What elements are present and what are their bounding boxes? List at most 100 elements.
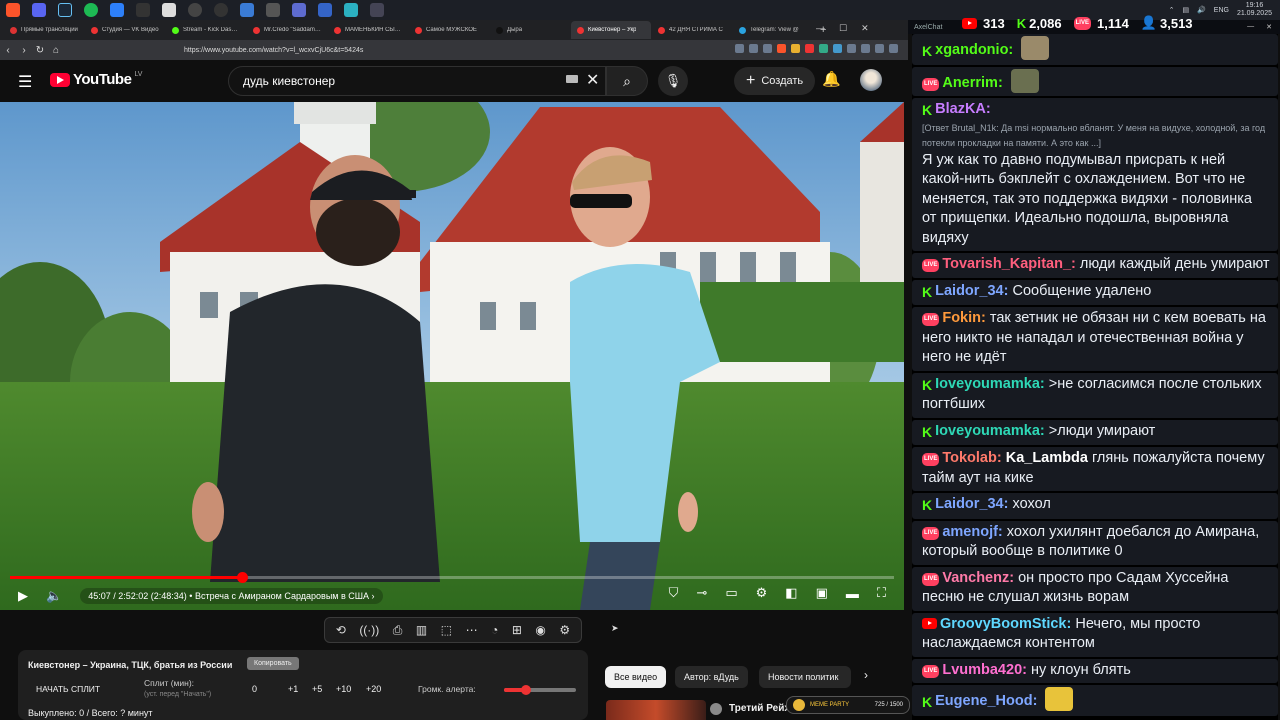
camera-icon[interactable]: ◉ xyxy=(535,623,545,637)
language-indicator[interactable]: ENG xyxy=(1214,7,1229,14)
avatar[interactable] xyxy=(860,69,882,91)
chat-username[interactable]: Ioveyoumamka: xyxy=(935,423,1045,439)
browser-tab[interactable]: Самое МУЖСКОЕ xyxy=(409,21,489,39)
screenshot-icon[interactable]: ⎙ xyxy=(393,623,403,638)
extension-icon-6[interactable] xyxy=(861,44,870,53)
app-icon-record[interactable] xyxy=(214,3,228,17)
app-icon-teal[interactable] xyxy=(344,3,358,17)
chat-username[interactable]: amenojf: xyxy=(942,524,1002,540)
chat-username[interactable]: Anerrim: xyxy=(942,75,1002,91)
cinema-icon[interactable]: ▥ xyxy=(416,623,427,637)
increment-1-button[interactable]: +1 xyxy=(288,684,298,694)
app-icon-gear[interactable] xyxy=(370,3,384,17)
app-icon-dark[interactable] xyxy=(136,3,150,17)
extension-icon-1[interactable] xyxy=(791,44,800,53)
settings-gear-icon[interactable]: ⚙ xyxy=(756,585,768,601)
chat-mention[interactable]: Ka_Lambda xyxy=(1006,450,1088,466)
frame-icon[interactable]: ⋯ xyxy=(466,623,478,637)
browser-tab[interactable]: Telegram: View @ xyxy=(733,21,813,39)
search-button[interactable]: ⌕ xyxy=(606,66,648,96)
chat-close-icon[interactable]: ✕ xyxy=(1266,23,1272,31)
time-chapter-pill[interactable]: 45:07 / 2:52:02 (2:48:34) • Встреча с Ам… xyxy=(80,588,383,604)
theater-mode-icon[interactable]: ▬ xyxy=(846,586,859,601)
chip-all-videos[interactable]: Все видео xyxy=(605,666,667,688)
chat-username[interactable]: Ioveyoumamka: xyxy=(935,376,1045,392)
chat-username[interactable]: BlazKA: xyxy=(935,101,991,117)
extension-icon-5[interactable] xyxy=(847,44,856,53)
back-icon[interactable]: ‹ xyxy=(0,45,16,56)
alert-volume-handle[interactable] xyxy=(520,685,531,695)
zoom-icon[interactable] xyxy=(735,44,744,53)
app-icon-blue[interactable] xyxy=(110,3,124,17)
sponsor-shield-icon[interactable]: ⛉ xyxy=(669,585,679,601)
network-icon[interactable]: ▤ xyxy=(1182,6,1189,14)
chip-author[interactable]: Автор: вДудь xyxy=(675,666,748,688)
close-icon[interactable]: ✕ xyxy=(861,23,869,34)
audio-icon[interactable]: ((·)) xyxy=(359,623,379,637)
app-icon-pen[interactable] xyxy=(240,3,254,17)
browser-tab[interactable]: Студия — VK Видео xyxy=(85,21,165,39)
app-icon-circle[interactable] xyxy=(188,3,202,17)
related-video-thumbnail[interactable] xyxy=(606,700,706,720)
loop-icon[interactable]: ⟲ xyxy=(336,623,346,637)
menu-icon[interactable] xyxy=(889,44,898,53)
discord-icon[interactable] xyxy=(32,3,46,17)
play-icon[interactable]: ▶ xyxy=(18,588,28,604)
hamburger-menu-icon[interactable]: ☰ xyxy=(18,72,32,92)
app-icon-chat[interactable] xyxy=(292,3,306,17)
related-video-title[interactable]: Третий Рейх xyxy=(729,703,790,714)
bookmark-icon[interactable] xyxy=(763,44,772,53)
video-player[interactable]: ▶ 🔈 45:07 / 2:52:02 (2:48:34) • Встреча … xyxy=(0,102,904,610)
seek-bar[interactable] xyxy=(10,572,894,583)
chat-username[interactable]: Fokin: xyxy=(942,310,986,326)
chat-username[interactable]: Lvumba420: xyxy=(942,662,1027,678)
extension-icon-4[interactable] xyxy=(833,44,842,53)
subtitles-icon[interactable]: ▭ xyxy=(725,585,737,601)
chat-username[interactable]: GroovyBoomStick: xyxy=(940,616,1071,632)
browser-tab[interactable]: Прямые трансляции xyxy=(4,21,84,39)
keyboard-icon[interactable] xyxy=(566,75,578,83)
pip-icon[interactable]: ▣ xyxy=(816,585,828,601)
chat-minimize-icon[interactable]: — xyxy=(1247,23,1254,31)
browser-tab[interactable]: 42 ДНЯ СТРИМА С xyxy=(652,21,732,39)
minimize-icon[interactable]: — xyxy=(816,23,825,34)
increment-20-button[interactable]: +20 xyxy=(366,684,381,694)
browser-tab[interactable]: Дыра xyxy=(490,21,570,39)
brave-browser-icon[interactable] xyxy=(6,3,20,17)
chat-username[interactable]: xgandonio: xyxy=(935,42,1013,58)
shield-icon[interactable] xyxy=(777,44,786,53)
increment-10-button[interactable]: +10 xyxy=(336,684,351,694)
forward-icon[interactable]: › xyxy=(16,45,32,56)
start-split-button[interactable]: НАЧАТЬ СПЛИТ xyxy=(36,684,100,694)
volume-icon[interactable]: 🔈 xyxy=(46,588,62,604)
fullscreen-icon[interactable]: ⛶ xyxy=(877,585,886,601)
autoplay-toggle[interactable]: ⊸ xyxy=(696,585,707,601)
home-icon[interactable]: ⌂ xyxy=(48,45,64,56)
add-icon[interactable]: ⊞ xyxy=(512,623,522,637)
related-channel-avatar[interactable] xyxy=(710,703,722,715)
url-field[interactable]: https://www.youtube.com/watch?v=l_wcxvCj… xyxy=(184,47,363,54)
app-icon-arrow[interactable] xyxy=(266,3,280,17)
clear-search-icon[interactable]: ✕ xyxy=(586,70,599,90)
chevron-up-icon[interactable]: ⌃ xyxy=(1169,6,1175,14)
chat-username[interactable]: Eugene_Hood: xyxy=(935,693,1037,709)
chat-feed[interactable]: Kxgandonio: LIVE Anerrim: K BlazKA: [Ответ … xyxy=(912,34,1278,720)
miniplayer-icon[interactable]: ◧ xyxy=(785,585,797,601)
browser-tab[interactable]: Stream - Kick Dashboard xyxy=(166,21,246,39)
extension-icon-2[interactable] xyxy=(805,44,814,53)
clock[interactable]: 19:16 21.09.2025 xyxy=(1237,2,1272,18)
increment-5-button[interactable]: +5 xyxy=(312,684,322,694)
chat-username[interactable]: Vanchenz: xyxy=(942,570,1014,586)
reload-icon[interactable]: ↻ xyxy=(32,45,48,56)
notifications-bell-icon[interactable]: 🔔 xyxy=(822,70,841,88)
chip-politics-news[interactable]: Новости политик xyxy=(759,666,851,688)
chat-username[interactable]: Tovarish_Kapitan_: xyxy=(942,256,1076,272)
extension-settings-icon[interactable]: ⚙ xyxy=(559,623,570,637)
youtube-logo[interactable]: YouTube LV xyxy=(50,71,142,88)
browser-tab[interactable]: Киевстонер – Укр xyxy=(571,21,651,39)
alert-volume-slider[interactable] xyxy=(504,685,576,695)
extension-icon-3[interactable] xyxy=(819,44,828,53)
seek-bar-handle[interactable] xyxy=(236,572,248,583)
browser-tab[interactable]: Mr.Credo "Saddam Hussein" xyxy=(247,21,327,39)
maximize-icon[interactable]: ☐ xyxy=(839,23,847,34)
